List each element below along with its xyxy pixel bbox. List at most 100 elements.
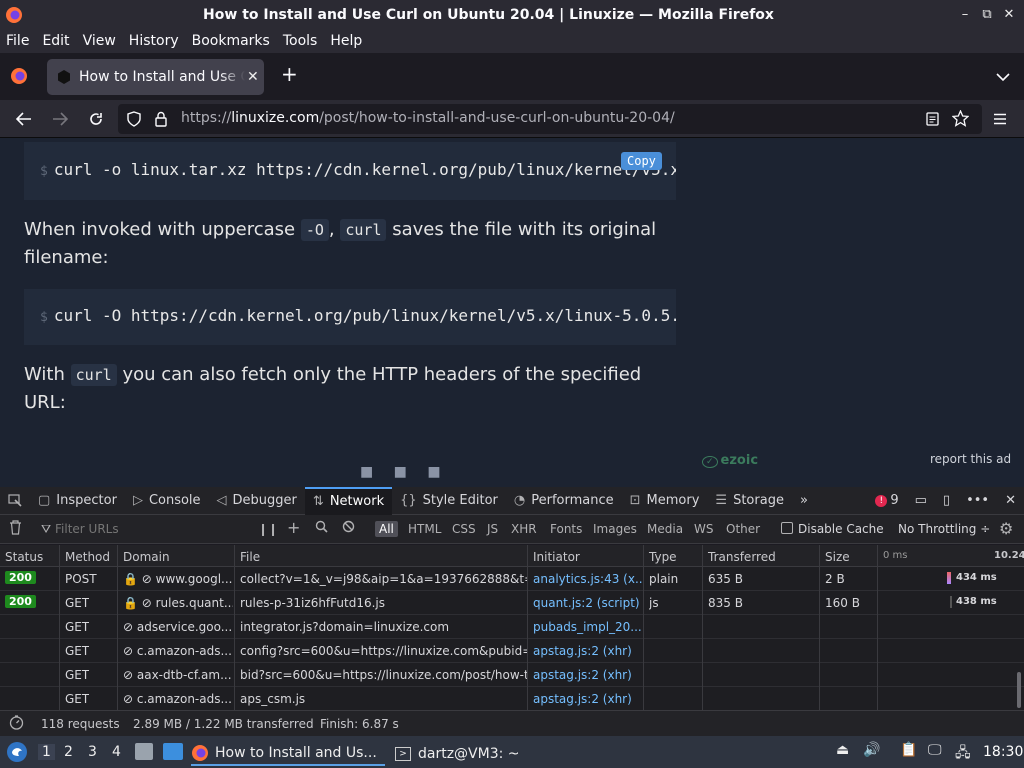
- stopwatch-icon[interactable]: [9, 715, 24, 733]
- copy-button[interactable]: Copy: [621, 152, 662, 170]
- filter-type-html[interactable]: HTML: [408, 522, 441, 536]
- col-initiator[interactable]: Initiator: [533, 550, 580, 564]
- tab-network[interactable]: ⇅ Network: [304, 486, 393, 515]
- clipboard-icon[interactable]: 📋: [900, 742, 917, 758]
- table-row[interactable]: GET ⊘ aax-dtb-cf.am... bid?src=600&u=htt…: [0, 663, 1024, 687]
- network-settings-gear-icon[interactable]: ⚙: [999, 519, 1013, 538]
- row-initiator[interactable]: quant.js:2 (script): [533, 596, 643, 610]
- filter-type-media[interactable]: Media: [647, 522, 683, 536]
- error-count[interactable]: ! 9: [867, 487, 906, 515]
- pause-icon[interactable]: ❙❙: [258, 522, 278, 536]
- menu-file[interactable]: File: [6, 33, 29, 49]
- table-row[interactable]: GET ⊘ c.amazon-ads... aps_csm.js apstag.…: [0, 687, 1024, 711]
- disable-cache-checkbox[interactable]: [781, 522, 793, 534]
- element-picker-icon[interactable]: [0, 487, 30, 515]
- volume-icon[interactable]: 🔊: [863, 742, 880, 758]
- more-tools-chevron-icon[interactable]: »: [792, 487, 816, 515]
- filter-type-other[interactable]: Other: [726, 522, 760, 536]
- display-icon[interactable]: 🖵: [928, 742, 942, 758]
- table-row[interactable]: GET ⊘ c.amazon-ads... config?src=600&u=h…: [0, 639, 1024, 663]
- col-method[interactable]: Method: [65, 550, 110, 564]
- tab-storage[interactable]: ☰ Storage: [707, 487, 792, 515]
- filter-type-images[interactable]: Images: [593, 522, 637, 536]
- devtools-close-icon[interactable]: ✕: [997, 487, 1024, 515]
- tab-active[interactable]: How to Install and Use Curl on Ubuntu 20…: [47, 59, 264, 95]
- workspace-3[interactable]: 3: [88, 744, 97, 760]
- tab-inspector[interactable]: ▢ Inspector: [30, 487, 125, 515]
- tab-debugger[interactable]: ◁ Debugger: [209, 487, 305, 515]
- tab-style-editor[interactable]: {} Style Editor: [392, 487, 506, 515]
- responsive-design-icon[interactable]: ▯: [935, 487, 958, 515]
- table-row[interactable]: GET ⊘ adservice.goo... integrator.js?dom…: [0, 615, 1024, 639]
- throttling-select[interactable]: No Throttling ÷: [898, 522, 990, 536]
- list-all-tabs-icon[interactable]: [996, 72, 1010, 82]
- inline-code-curl: curl: [70, 364, 117, 386]
- filter-type-all[interactable]: All: [375, 521, 398, 537]
- reader-view-icon[interactable]: [926, 112, 939, 126]
- col-file[interactable]: File: [240, 550, 260, 564]
- workspace-4[interactable]: 4: [112, 744, 121, 760]
- filter-type-xhr[interactable]: XHR: [511, 522, 537, 536]
- menu-bookmarks[interactable]: Bookmarks: [192, 33, 270, 49]
- tab-performance[interactable]: ◔ Performance: [506, 487, 622, 515]
- taskbar-firefox[interactable]: How to Install and Us...: [191, 741, 385, 766]
- menu-view[interactable]: View: [83, 33, 116, 49]
- workspace-2[interactable]: 2: [64, 744, 73, 760]
- menu-tools[interactable]: Tools: [283, 33, 318, 49]
- filter-type-fonts[interactable]: Fonts: [550, 522, 582, 536]
- page-content: $ curl -o linux.tar.xz https://cdn.kernel…: [0, 138, 1024, 487]
- devtools-menu-icon[interactable]: •••: [958, 487, 997, 515]
- forward-arrow-icon[interactable]: [50, 109, 70, 129]
- col-transferred[interactable]: Transferred: [708, 550, 776, 564]
- close-window-button[interactable]: ✕: [998, 7, 1020, 22]
- block-icon[interactable]: [342, 520, 355, 536]
- menu-help[interactable]: Help: [330, 33, 362, 49]
- col-type[interactable]: Type: [649, 550, 677, 564]
- filter-type-css[interactable]: CSS: [452, 522, 476, 536]
- reload-icon[interactable]: [86, 109, 106, 129]
- row-initiator[interactable]: apstag.js:2 (xhr): [533, 644, 643, 658]
- workspace-1[interactable]: 1: [38, 744, 55, 760]
- url-text[interactable]: https://linuxize.com/post/how-to-install…: [181, 110, 675, 126]
- filter-urls-input[interactable]: [55, 520, 245, 538]
- report-ad-link[interactable]: report this ad: [930, 452, 1011, 466]
- add-icon[interactable]: +: [287, 518, 300, 537]
- eject-icon[interactable]: ⏏: [836, 742, 849, 758]
- taskbar-terminal[interactable]: > dartz@VM3: ~: [395, 741, 525, 766]
- desktop-icon[interactable]: [163, 743, 183, 760]
- code-block-2: $ curl -O https://cdn.kernel.org/pub/linu…: [24, 289, 676, 345]
- table-row[interactable]: 200 POST 🔒 ⊘ www.googl... collect?v=1&_v…: [0, 567, 1024, 591]
- row-initiator[interactable]: pubads_impl_20...: [533, 620, 643, 634]
- tracking-shield-icon[interactable]: [127, 111, 141, 127]
- maximize-button[interactable]: ⧉: [976, 7, 998, 22]
- new-tab-button[interactable]: +: [281, 62, 298, 86]
- tab-close-icon[interactable]: ✕: [247, 69, 259, 85]
- col-size[interactable]: Size: [825, 550, 850, 564]
- filter-type-js[interactable]: JS: [487, 522, 498, 536]
- search-icon[interactable]: [315, 520, 328, 536]
- back-arrow-icon[interactable]: [14, 109, 34, 129]
- menu-history[interactable]: History: [129, 33, 179, 49]
- network-status-icon[interactable]: 🖧: [955, 742, 971, 766]
- bookmark-star-icon[interactable]: [952, 110, 969, 127]
- file-manager-icon[interactable]: [135, 743, 153, 760]
- lock-icon[interactable]: [155, 111, 167, 127]
- tab-console[interactable]: ▷ Console: [125, 487, 209, 515]
- tab-memory[interactable]: ⊡ Memory: [622, 487, 708, 515]
- split-console-icon[interactable]: ▭: [907, 487, 935, 515]
- col-domain[interactable]: Domain: [123, 550, 170, 564]
- start-menu-icon[interactable]: [6, 741, 28, 763]
- menu-edit[interactable]: Edit: [42, 33, 69, 49]
- row-initiator[interactable]: apstag.js:2 (xhr): [533, 668, 643, 682]
- hamburger-menu-icon[interactable]: [990, 109, 1010, 129]
- row-initiator[interactable]: analytics.js:43 (x...: [533, 572, 643, 586]
- filter-type-ws[interactable]: WS: [694, 522, 713, 536]
- minimize-button[interactable]: –: [954, 7, 976, 22]
- url-bar[interactable]: https://linuxize.com/post/how-to-install…: [118, 104, 982, 134]
- col-status[interactable]: Status: [5, 550, 43, 564]
- trash-icon[interactable]: [9, 520, 22, 538]
- table-row[interactable]: 200 GET 🔒 ⊘ rules.quant... rules-p-31iz6…: [0, 591, 1024, 615]
- row-initiator[interactable]: apstag.js:2 (xhr): [533, 692, 643, 706]
- firefox-view-icon[interactable]: [10, 67, 28, 85]
- table-scrollbar[interactable]: [1017, 672, 1021, 708]
